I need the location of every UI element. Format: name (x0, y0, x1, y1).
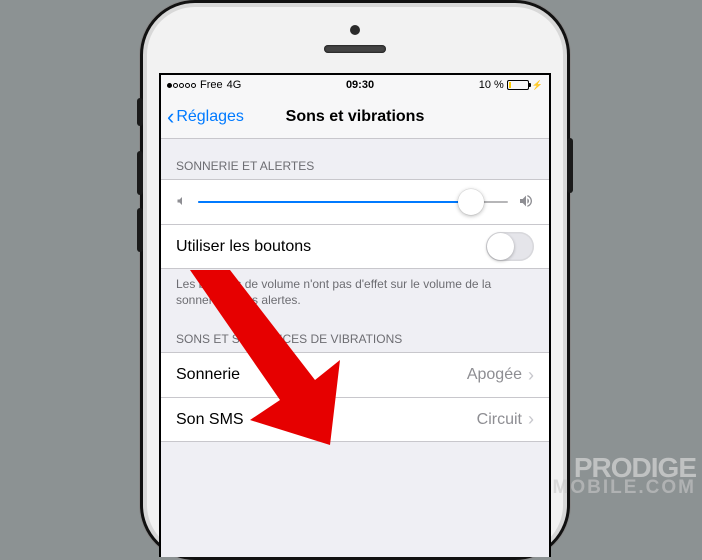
ringtone-label: Sonnerie (176, 366, 467, 384)
screen: Free 4G 09:30 10 % ⚡ ‹ Réglages Sons et … (159, 73, 551, 557)
section-footer-buttons: Les boutons de volume n'ont pas d'effet … (161, 269, 549, 312)
volume-slider-row (161, 180, 549, 224)
status-left: Free 4G (167, 79, 241, 91)
chevron-right-icon: › (528, 365, 534, 386)
ringtone-value: Apogée (467, 366, 522, 384)
section-header-patterns: SONS ET SÉQUENCES DE VIBRATIONS (161, 312, 549, 352)
section-header-ringer: SONNERIE ET ALERTES (161, 139, 549, 179)
sms-tone-label: Son SMS (176, 411, 477, 429)
watermark: PRODIGE MOBILE.COM (553, 456, 697, 496)
volume-high-icon (518, 193, 534, 212)
use-buttons-row[interactable]: Utiliser les boutons (161, 224, 549, 268)
navigation-bar: ‹ Réglages Sons et vibrations (161, 95, 549, 139)
sms-tone-row[interactable]: Son SMS Circuit › (161, 397, 549, 441)
back-label: Réglages (176, 108, 244, 126)
sms-tone-value: Circuit (477, 411, 522, 429)
chevron-left-icon: ‹ (167, 106, 174, 128)
back-button[interactable]: ‹ Réglages (167, 106, 244, 128)
earpiece-speaker (324, 45, 386, 53)
status-bar: Free 4G 09:30 10 % ⚡ (161, 75, 549, 95)
battery-percent: 10 % (479, 79, 504, 91)
carrier-label: Free (200, 79, 223, 91)
patterns-group: Sonnerie Apogée › Son SMS Circuit › (161, 352, 549, 442)
chevron-right-icon: › (528, 409, 534, 430)
front-camera (350, 25, 360, 35)
ringtone-row[interactable]: Sonnerie Apogée › (161, 353, 549, 397)
volume-up-button (137, 151, 143, 195)
signal-dots-icon (167, 83, 196, 88)
ringer-group: Utiliser les boutons (161, 179, 549, 269)
phone-frame: Free 4G 09:30 10 % ⚡ ‹ Réglages Sons et … (140, 0, 570, 560)
mute-switch (137, 98, 143, 126)
volume-down-button (137, 208, 143, 252)
status-right: 10 % ⚡ (479, 79, 543, 91)
volume-low-icon (176, 195, 188, 210)
slider-thumb[interactable] (458, 189, 484, 215)
page-title: Sons et vibrations (286, 108, 425, 126)
charging-icon: ⚡ (532, 80, 543, 91)
network-label: 4G (227, 79, 242, 91)
clock: 09:30 (346, 79, 374, 91)
volume-slider[interactable] (198, 201, 508, 203)
watermark-line2: MOBILE.COM (553, 480, 697, 496)
use-buttons-label: Utiliser les boutons (176, 238, 486, 256)
use-buttons-switch[interactable] (486, 232, 534, 261)
power-button (567, 138, 573, 193)
battery-icon (507, 80, 529, 90)
